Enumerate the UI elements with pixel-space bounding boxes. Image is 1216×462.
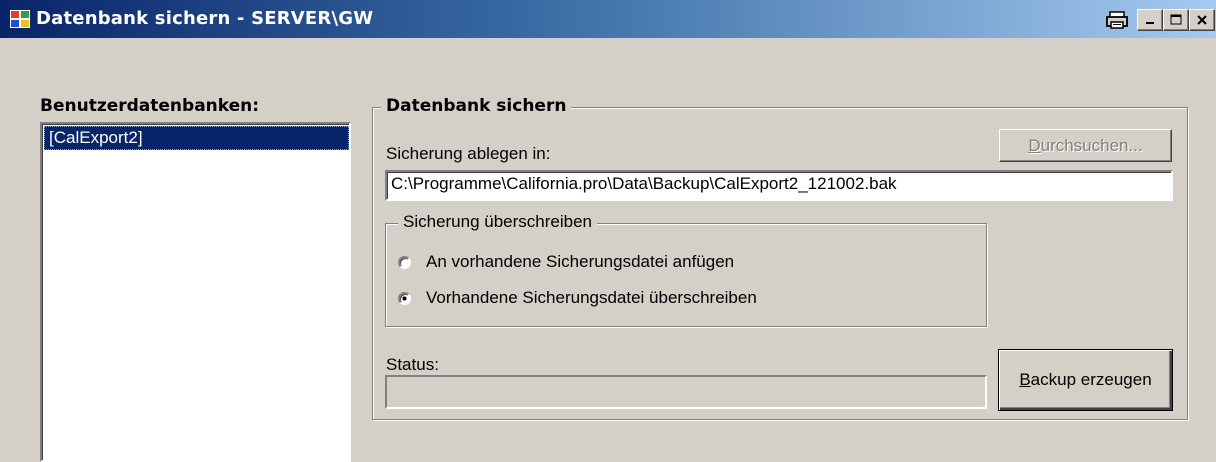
list-item-selected[interactable]: [CalExport2] [44,126,349,150]
browse-button-label: urchsuchen... [1040,135,1143,155]
status-field [385,375,987,409]
browse-button-accel: D [1028,135,1041,155]
backup-button-label: ackup erzeugen [1030,370,1152,389]
databases-label: Benutzerdatenbanken: [40,96,260,116]
create-backup-button[interactable]: Backup erzeugen [998,349,1173,411]
backup-button-accel: B [1019,370,1031,389]
window-title: Datenbank sichern - SERVER\GW [36,8,374,29]
database-app-icon [10,10,30,28]
overwrite-radio[interactable] [398,292,411,305]
browse-button[interactable]: Durchsuchen... [999,129,1172,162]
append-radio[interactable] [398,256,411,269]
database-list[interactable]: [CalExport2] [40,122,351,462]
backup-path-field[interactable]: C:\Programme\California.pro\Data\Backup\… [385,170,1173,201]
location-label: Sicherung ablegen in: [386,144,551,163]
close-button[interactable] [1189,9,1215,31]
backup-group-legend: Datenbank sichern [381,96,572,116]
overwrite-group-legend: Sicherung überschreiben [398,212,598,232]
close-icon [1197,15,1207,25]
overwrite-group: Sicherung überschreiben [385,212,987,327]
print-icon[interactable] [1104,9,1132,31]
maximize-icon [1170,14,1182,25]
title-bar[interactable]: Datenbank sichern - SERVER\GW [0,0,1216,38]
minimize-icon [1146,22,1154,24]
status-label: Status: [386,355,439,374]
overwrite-radio-label[interactable]: Vorhandene Sicherungsdatei überschreiben [426,288,757,308]
maximize-button[interactable] [1163,9,1189,31]
minimize-button[interactable] [1137,9,1163,31]
append-radio-label[interactable]: An vorhandene Sicherungsdatei anfügen [426,252,734,272]
